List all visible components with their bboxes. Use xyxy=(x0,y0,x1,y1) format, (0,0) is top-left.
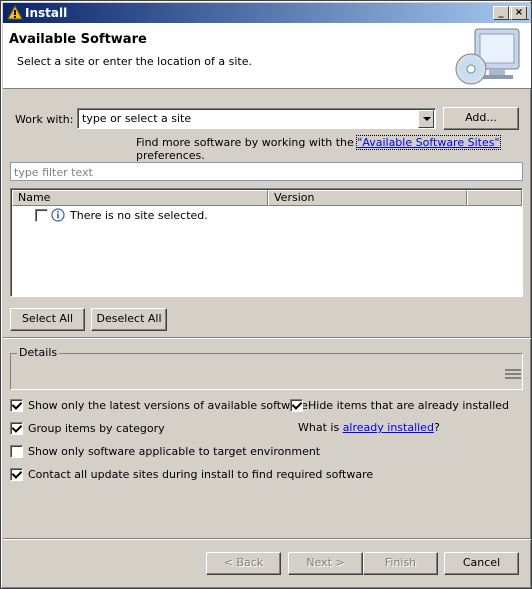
column-name-label: Name xyxy=(18,191,51,204)
contact-sites-label: Contact all update sites during install … xyxy=(28,468,374,481)
work-with-label-text: Work with: xyxy=(15,113,74,126)
page-description: Select a site or enter the location of a… xyxy=(17,55,253,68)
next-button[interactable]: Next > xyxy=(288,552,363,575)
back-label: < Back xyxy=(223,556,264,569)
details-title: Details xyxy=(17,346,60,359)
wizard-banner: Available Software Select a site or ente… xyxy=(3,23,531,89)
next-label: Next > xyxy=(306,556,345,569)
minimize-button[interactable]: _ xyxy=(493,6,509,20)
find-more-suffix: preferences. xyxy=(136,149,205,162)
filter-placeholder: type filter text xyxy=(14,166,93,179)
finish-label: Finish xyxy=(384,556,417,569)
deselect-all-label: Deselect All xyxy=(96,312,162,325)
target-env-label: Show only software applicable to target … xyxy=(28,445,321,458)
deselect-all-button[interactable]: Deselect All xyxy=(91,308,167,331)
details-group: Details xyxy=(10,346,523,390)
close-icon: × xyxy=(514,7,524,18)
latest-versions-label: Show only the latest versions of availab… xyxy=(28,399,308,412)
column-version-label: Version xyxy=(274,191,315,204)
hide-installed-label: Hide items that are already installed xyxy=(308,399,510,412)
add-site-button-label: Add... xyxy=(465,111,497,124)
what-is-suffix: ? xyxy=(433,421,440,434)
work-with-combo[interactable]: type or select a site xyxy=(77,108,436,129)
back-button[interactable]: < Back xyxy=(206,552,281,575)
already-installed-text: What is already installed? xyxy=(298,421,440,434)
eclipse-warning-icon xyxy=(7,5,23,20)
column-header-filler xyxy=(467,190,522,206)
column-header-version[interactable]: Version xyxy=(268,190,467,206)
page-title: Available Software xyxy=(9,32,147,47)
cancel-button[interactable]: Cancel xyxy=(444,552,519,575)
finish-button[interactable]: Finish xyxy=(363,552,438,575)
tree-row-checkbox[interactable] xyxy=(35,209,48,222)
info-icon xyxy=(51,208,65,222)
cancel-label: Cancel xyxy=(462,556,501,569)
chevron-down-icon[interactable] xyxy=(418,110,434,128)
footer-separator xyxy=(3,538,531,540)
install-dialog: Install _ □ × Available Software Select … xyxy=(0,0,532,589)
hide-installed-checkbox[interactable] xyxy=(290,399,303,412)
find-more-prefix: Find more software by working with the xyxy=(136,136,358,149)
what-is-prefix: What is xyxy=(298,421,343,434)
target-env-checkbox[interactable] xyxy=(10,445,23,458)
filter-input[interactable]: type filter text xyxy=(10,162,523,181)
group-by-category-checkbox[interactable] xyxy=(10,422,23,435)
window-title: Install xyxy=(25,6,68,20)
add-site-button[interactable]: Add... xyxy=(443,107,519,130)
contact-sites-checkbox[interactable] xyxy=(10,468,23,481)
monitor-cd-icon xyxy=(455,28,520,85)
minimize-icon: _ xyxy=(498,7,504,18)
column-header-name[interactable]: Name xyxy=(12,190,268,206)
select-all-label: Select All xyxy=(21,312,74,325)
close-button-face[interactable]: × xyxy=(511,6,527,20)
latest-versions-checkbox[interactable] xyxy=(10,399,23,412)
expand-details-icon[interactable] xyxy=(505,368,521,380)
software-tree[interactable]: Name Version There is no site selected. xyxy=(10,188,523,297)
work-with-value: type or select a site xyxy=(82,112,192,125)
available-software-sites-link[interactable]: "Available Software Sites" xyxy=(356,135,501,150)
already-installed-link[interactable]: already installed xyxy=(343,421,434,434)
title-bar[interactable]: Install _ □ xyxy=(3,3,531,23)
select-all-button[interactable]: Select All xyxy=(10,308,85,331)
tree-row-text: There is no site selected. xyxy=(70,209,208,222)
find-more-text: Find more software by working with the "… xyxy=(136,135,531,162)
group-by-category-label: Group items by category xyxy=(28,422,165,435)
separator xyxy=(3,337,531,339)
work-with-label: Work with: xyxy=(15,113,73,126)
